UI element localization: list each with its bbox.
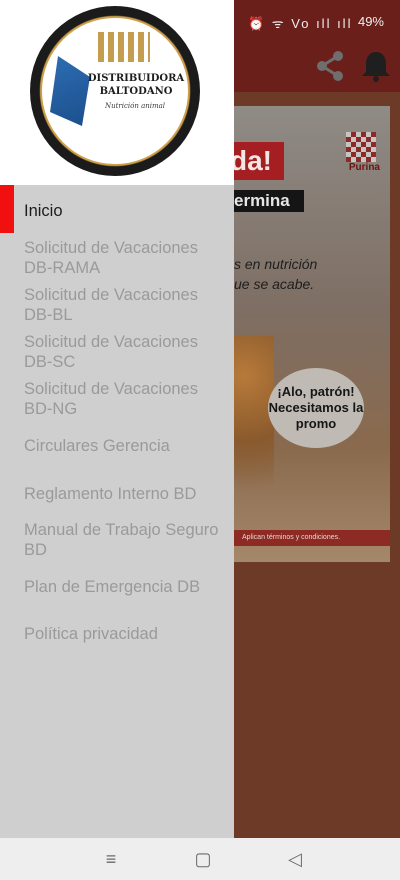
- status-bar: ⏰ ᯤ Vo ıll ıll 49%: [234, 0, 400, 44]
- ad-black-banner: ermina: [234, 190, 304, 212]
- status-icons: ⏰ ᯤ Vo ıll ıll: [248, 16, 353, 31]
- bell-icon[interactable]: [358, 48, 394, 84]
- menu-item-vacaciones-db-rama[interactable]: Solicitud de Vacaciones DB-RAMA: [24, 238, 224, 278]
- menu-item-circulares-gerencia[interactable]: Circulares Gerencia: [24, 436, 224, 456]
- animal-silhouette-icon: [50, 56, 90, 126]
- lion-image: [234, 336, 274, 536]
- buildings-icon: [98, 32, 150, 62]
- company-logo: DISTRIBUIDORA BALTODANO Nutrición animal: [30, 6, 200, 176]
- menu-item-manual-trabajo-seguro[interactable]: Manual de Trabajo Seguro BD: [24, 520, 224, 560]
- active-indicator: [0, 185, 14, 233]
- menu-item-inicio[interactable]: Inicio: [24, 201, 224, 221]
- menu-item-plan-emergencia[interactable]: Plan de Emergencia DB: [24, 577, 224, 597]
- share-icon[interactable]: [312, 48, 348, 84]
- menu-item-politica-privacidad[interactable]: Política privacidad: [24, 624, 224, 644]
- navigation-drawer: DISTRIBUIDORA BALTODANO Nutrición animal…: [0, 0, 234, 838]
- logo-title: DISTRIBUIDORA BALTODANO: [87, 73, 185, 97]
- ad-line-2: ue se acabe.: [234, 276, 315, 292]
- drawer-header: DISTRIBUIDORA BALTODANO Nutrición animal: [0, 0, 234, 185]
- ad-headline: da!: [234, 142, 284, 180]
- recent-apps-icon[interactable]: ≡: [98, 846, 124, 872]
- ad-speech-bubble: ¡Alo, patrón! Necesitamos la promo: [268, 368, 364, 448]
- purina-logo-icon: [346, 132, 376, 162]
- menu-item-vacaciones-db-bl[interactable]: Solicitud de Vacaciones DB-BL: [24, 285, 224, 325]
- back-icon[interactable]: ◁: [282, 846, 308, 872]
- promo-banner[interactable]: da! ermina Purina s en nutrición ue se a…: [234, 106, 390, 562]
- menu-item-vacaciones-db-sc[interactable]: Solicitud de Vacaciones DB-SC: [24, 332, 224, 372]
- ad-brand: Purina: [348, 162, 380, 173]
- ad-footer: Aplican términos y condiciones.: [234, 530, 390, 546]
- logo-subtitle: Nutrición animal: [104, 102, 166, 110]
- menu-item-vacaciones-bd-ng[interactable]: Solicitud de Vacaciones BD-NG: [24, 379, 224, 419]
- system-nav-bar: ≡ ▢ ◁: [0, 838, 400, 880]
- home-icon[interactable]: ▢: [190, 846, 216, 872]
- menu-item-reglamento-interno[interactable]: Reglamento Interno BD: [24, 484, 224, 504]
- ad-line-1: s en nutrición: [234, 256, 318, 272]
- battery-level: 49%: [357, 14, 384, 29]
